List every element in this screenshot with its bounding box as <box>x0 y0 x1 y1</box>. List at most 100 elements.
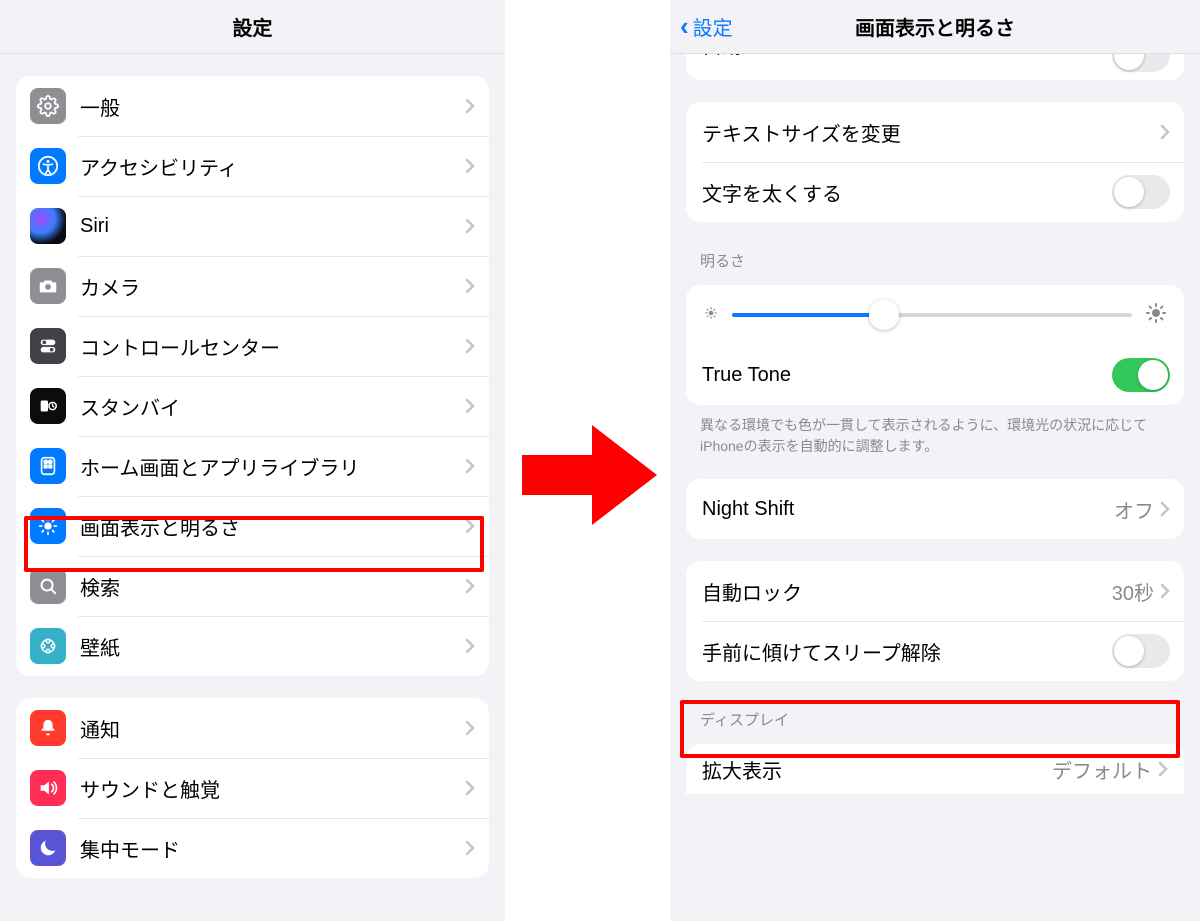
row-label: 自動 <box>702 54 742 59</box>
true-tone-footnote: 異なる環境でも色が一貫して表示されるように、環境光の状況に応じてiPhoneの表… <box>700 415 1170 457</box>
row-value: 30秒 <box>1112 577 1154 606</box>
search-icon <box>30 568 66 604</box>
settings-root-screen: 設定 一般 アクセシビリティ Siri カメラ コントロールセンター <box>0 0 505 921</box>
chevron-right-icon <box>1160 124 1170 140</box>
row-label: テキストサイズを変更 <box>702 118 1160 147</box>
display-brightness-screen: ‹ 設定 画面表示と明るさ 自動 テキストサイズを変更 文字を太くする 明るさ … <box>670 0 1200 921</box>
row-display-brightness[interactable]: 画面表示と明るさ <box>16 496 489 556</box>
chevron-left-icon: ‹ <box>680 11 689 42</box>
row-notifications[interactable]: 通知 <box>16 698 489 758</box>
row-label: サウンドと触覚 <box>80 774 465 803</box>
sun-max-icon <box>1144 301 1168 330</box>
chevron-right-icon <box>465 840 475 856</box>
home-library-icon <box>30 448 66 484</box>
chevron-right-icon <box>465 218 475 234</box>
lock-group: 自動ロック 30秒 手前に傾けてスリープ解除 <box>686 561 1184 681</box>
control-center-icon <box>30 328 66 364</box>
row-label: カメラ <box>80 272 465 301</box>
row-night-shift[interactable]: Night Shift オフ <box>686 479 1184 539</box>
row-accessibility[interactable]: アクセシビリティ <box>16 136 489 196</box>
chevron-right-icon <box>465 158 475 174</box>
bell-icon <box>30 710 66 746</box>
chevron-right-icon <box>465 578 475 594</box>
chevron-right-icon <box>465 338 475 354</box>
back-button[interactable]: ‹ 設定 <box>680 0 733 53</box>
row-label: 一般 <box>80 92 465 121</box>
row-label: True Tone <box>702 364 1112 387</box>
chevron-right-icon <box>465 780 475 796</box>
row-label: 検索 <box>80 572 465 601</box>
row-bold-text[interactable]: 文字を太くする <box>686 162 1184 222</box>
row-auto-peek: 自動 <box>686 54 1184 80</box>
moon-icon <box>30 830 66 866</box>
row-focus[interactable]: 集中モード <box>16 818 489 878</box>
toggle-raise-to-wake[interactable] <box>1112 634 1170 668</box>
row-true-tone[interactable]: True Tone <box>686 345 1184 405</box>
row-label: 自動ロック <box>702 577 1112 606</box>
row-camera[interactable]: カメラ <box>16 256 489 316</box>
brightness-icon <box>30 508 66 544</box>
chevron-right-icon <box>465 458 475 474</box>
navbar: 設定 <box>0 0 505 54</box>
row-raise-to-wake[interactable]: 手前に傾けてスリープ解除 <box>686 621 1184 681</box>
chevron-right-icon <box>465 98 475 114</box>
night-shift-group: Night Shift オフ <box>686 479 1184 539</box>
standby-icon <box>30 388 66 424</box>
chevron-right-icon <box>465 518 475 534</box>
settings-group-1: 一般 アクセシビリティ Siri カメラ コントロールセンター スタンバイ <box>16 76 489 676</box>
settings-group-2: 通知 サウンドと触覚 集中モード <box>16 698 489 878</box>
toggle-bold-text[interactable] <box>1112 175 1170 209</box>
toggle-auto[interactable] <box>1112 54 1170 72</box>
row-home-screen[interactable]: ホーム画面とアプリライブラリ <box>16 436 489 496</box>
slider-thumb[interactable] <box>869 300 899 330</box>
row-label: スタンバイ <box>80 392 465 421</box>
toggle-true-tone[interactable] <box>1112 358 1170 392</box>
row-value: オフ <box>1114 495 1154 524</box>
chevron-right-icon <box>1160 583 1170 599</box>
sun-min-icon <box>702 304 720 327</box>
section-header-display: ディスプレイ <box>700 709 1170 730</box>
section-header-brightness: 明るさ <box>700 250 1170 271</box>
camera-icon <box>30 268 66 304</box>
row-text-size[interactable]: テキストサイズを変更 <box>686 102 1184 162</box>
row-auto-lock[interactable]: 自動ロック 30秒 <box>686 561 1184 621</box>
row-label: 壁紙 <box>80 632 465 661</box>
row-display-zoom[interactable]: 拡大表示 デフォルト <box>686 744 1184 794</box>
chevron-right-icon <box>465 398 475 414</box>
row-label: コントロールセンター <box>80 332 465 361</box>
row-value: デフォルト <box>1052 755 1152 784</box>
brightness-slider[interactable] <box>732 313 1132 317</box>
page-title: 設定 <box>233 12 273 41</box>
chevron-right-icon <box>465 638 475 654</box>
text-group: テキストサイズを変更 文字を太くする <box>686 102 1184 222</box>
row-label: 画面表示と明るさ <box>80 512 465 541</box>
page-title: 画面表示と明るさ <box>855 12 1015 41</box>
speaker-icon <box>30 770 66 806</box>
row-standby[interactable]: スタンバイ <box>16 376 489 436</box>
row-siri[interactable]: Siri <box>16 196 489 256</box>
row-label: 集中モード <box>80 834 465 863</box>
chevron-right-icon <box>1160 501 1170 517</box>
row-general[interactable]: 一般 <box>16 76 489 136</box>
row-control-center[interactable]: コントロールセンター <box>16 316 489 376</box>
back-label: 設定 <box>693 12 733 41</box>
row-label: Siri <box>80 215 465 238</box>
brightness-group: True Tone <box>686 285 1184 405</box>
row-wallpaper[interactable]: 壁紙 <box>16 616 489 676</box>
row-sounds[interactable]: サウンドと触覚 <box>16 758 489 818</box>
chevron-right-icon <box>465 278 475 294</box>
row-label: Night Shift <box>702 498 1114 521</box>
brightness-slider-row <box>686 285 1184 345</box>
row-label: アクセシビリティ <box>80 152 465 181</box>
navbar: ‹ 設定 画面表示と明るさ <box>670 0 1200 54</box>
row-search[interactable]: 検索 <box>16 556 489 616</box>
chevron-right-icon <box>1158 761 1168 777</box>
row-label: 拡大表示 <box>702 755 1052 784</box>
row-label: 文字を太くする <box>702 178 1112 207</box>
chevron-right-icon <box>465 720 475 736</box>
accessibility-icon <box>30 148 66 184</box>
gear-icon <box>30 88 66 124</box>
siri-icon <box>30 208 66 244</box>
wallpaper-icon <box>30 628 66 664</box>
row-label: 通知 <box>80 714 465 743</box>
